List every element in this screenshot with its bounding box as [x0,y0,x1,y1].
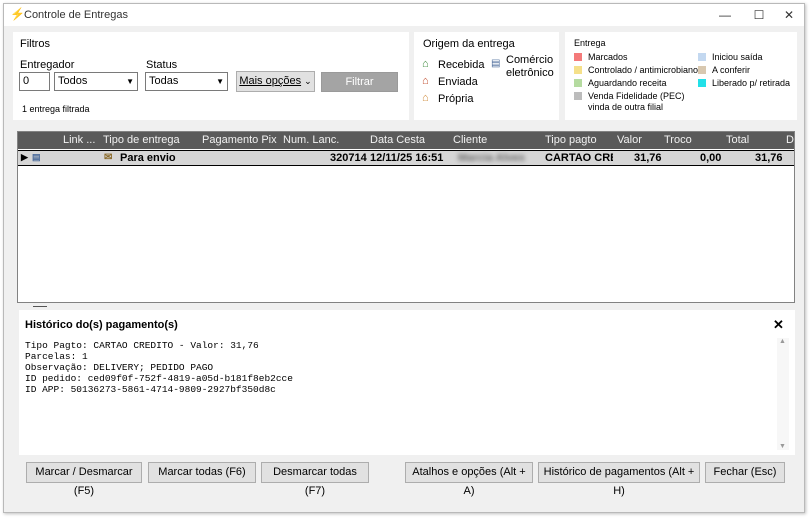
origin-title: Origem da entrega [423,38,515,50]
minimize-button[interactable]: — [708,4,742,26]
entregador-label: Entregador [20,59,75,71]
ecommerce-icon: ▤ [32,152,41,162]
splitter-grip [33,306,47,307]
filter-button[interactable]: Filtrar [321,72,398,92]
legend-marked: Marcados [588,52,628,62]
legend-panel: Entrega Marcados Controlado / antimicrob… [565,32,797,120]
legend-swatch-controlled [574,66,582,74]
legend-fidelity: Venda Fidelidade (PEC) [588,91,685,101]
app-logo-icon: ⚡ [10,7,25,21]
shortcuts-button[interactable]: Atalhos e opções (Alt + A) [405,462,533,497]
status-select-value: Todas [149,75,179,87]
filters-title: Filtros [20,38,50,50]
row-total: 31,76 [755,152,783,164]
origin-sent: Enviada [438,76,478,88]
status-label: Status [146,59,178,71]
row-value: 31,76 [634,152,662,164]
history-line: Parcelas: 1 [25,351,88,362]
legend-title: Entrega [574,38,606,48]
close-window-button[interactable]: ✕ [772,4,806,26]
entregador-select-value: Todos [58,75,88,87]
received-icon: ⌂ [422,58,429,70]
chevron-down-icon: ⌄ [304,76,312,86]
mark-all-button[interactable]: Marcar todas (F6) [148,462,256,483]
legend-released: Liberado p/ retirada [712,78,791,88]
row-payment-type: CARTAO CREI [545,152,613,164]
filters-panel: Filtros Entregador 0 Todos ▼ Status Toda… [13,32,409,120]
chevron-down-icon: ▼ [126,77,134,86]
row-client: Marcia Alves [458,152,525,164]
col-payment-type[interactable]: Tipo pagto [545,134,597,146]
history-line: ID pedido: ced09f0f-752f-4819-a05d-b181f… [25,373,293,384]
chevron-down-icon: ▼ [216,77,224,86]
origin-panel: Origem da entrega ⌂ Recebida ⌂ Enviada ⌂… [414,32,559,120]
sent-icon: ⌂ [422,75,429,87]
legend-swatch-marked [574,53,582,61]
payment-history-button[interactable]: Histórico de pagamentos (Alt + H) [538,462,700,497]
history-title: Histórico do(s) pagamento(s) [25,319,178,331]
col-pix[interactable]: Pagamento Pix [202,134,277,146]
scroll-up-icon[interactable]: ▲ [779,338,786,345]
col-data-cesta[interactable]: Data Cesta [370,134,425,146]
table-row[interactable]: ▶ ▤ ✉ Para envio 320714 12/11/25 16:51 M… [18,150,794,166]
legend-awaiting: Aguardando receita [588,78,667,88]
col-value[interactable]: Valor [617,134,642,146]
origin-received: Recebida [438,59,485,71]
close-button[interactable]: Fechar (Esc) [705,462,785,483]
maximize-button[interactable]: ☐ [742,4,776,26]
envelope-icon: ✉ [104,152,113,163]
col-link[interactable]: Link ... [63,134,95,146]
col-delivery-type[interactable]: Tipo de entrega [103,134,180,146]
legend-fidelity-line2: vinda de outra filial [588,102,664,112]
legend-swatch-fidelity [574,92,582,100]
col-d[interactable]: D [786,134,794,146]
scroll-down-icon[interactable]: ▼ [779,443,786,450]
legend-check: A conferir [712,65,751,75]
entregador-select[interactable]: Todos ▼ [54,72,138,91]
row-change: 0,00 [700,152,722,164]
history-line: Tipo Pagto: CARTAO CREDITO - Valor: 31,7… [25,340,259,351]
legend-started: Iniciou saída [712,52,763,62]
more-options-button[interactable]: Mais opções ⌄ [236,71,315,92]
splitter[interactable] [17,303,795,310]
app-window: ⚡ Controle de Entregas — ☐ ✕ Filtros Ent… [3,3,805,513]
title-bar: ⚡ Controle de Entregas — ☐ ✕ [4,4,804,26]
entregador-code-input[interactable]: 0 [19,72,50,91]
legend-swatch-started [698,53,706,61]
row-num-lanc: 320714 [330,152,367,164]
filtered-count: 1 entrega filtrada [22,104,90,114]
history-line: Observação: DELIVERY; PEDIDO PAGO [25,362,214,373]
window-title: Controle de Entregas [24,9,128,21]
ecommerce-icon: ▤ [491,58,501,69]
unmark-all-button[interactable]: Desmarcar todas (F7) [261,462,369,497]
status-select[interactable]: Todas ▼ [145,72,228,91]
history-scrollbar[interactable]: ▲ ▼ [777,338,789,450]
history-line: ID APP: 50136273-5861-4714-9809-2927bf35… [25,384,276,395]
col-num-lanc[interactable]: Num. Lanc. [283,134,339,146]
more-options-label: Mais opções [239,75,302,87]
legend-swatch-awaiting [574,79,582,87]
col-change[interactable]: Troco [664,134,692,146]
legend-controlled: Controlado / antimicrobiano [588,65,699,75]
payment-history-panel: Histórico do(s) pagamento(s) ✕ Tipo Pagt… [19,310,795,455]
row-delivery-type: Para envio [120,152,176,164]
mark-unmark-button[interactable]: Marcar / Desmarcar (F5) [26,462,142,497]
grid-header: Link ... Tipo de entrega Pagamento Pix N… [18,132,794,149]
legend-swatch-released [698,79,706,87]
col-total[interactable]: Total [726,134,749,146]
row-data-cesta: 12/11/25 16:51 [370,152,444,164]
legend-swatch-check [698,66,706,74]
deliveries-grid[interactable]: Link ... Tipo de entrega Pagamento Pix N… [17,131,795,303]
row-pointer-icon: ▶ [21,152,28,162]
col-client[interactable]: Cliente [453,134,487,146]
own-icon: ⌂ [422,92,429,104]
origin-ecommerce-line1: Comércio [506,54,554,66]
origin-own: Própria [438,93,474,105]
history-close-icon[interactable]: ✕ [773,317,784,333]
origin-ecommerce-line2: eletrônico [506,67,554,79]
